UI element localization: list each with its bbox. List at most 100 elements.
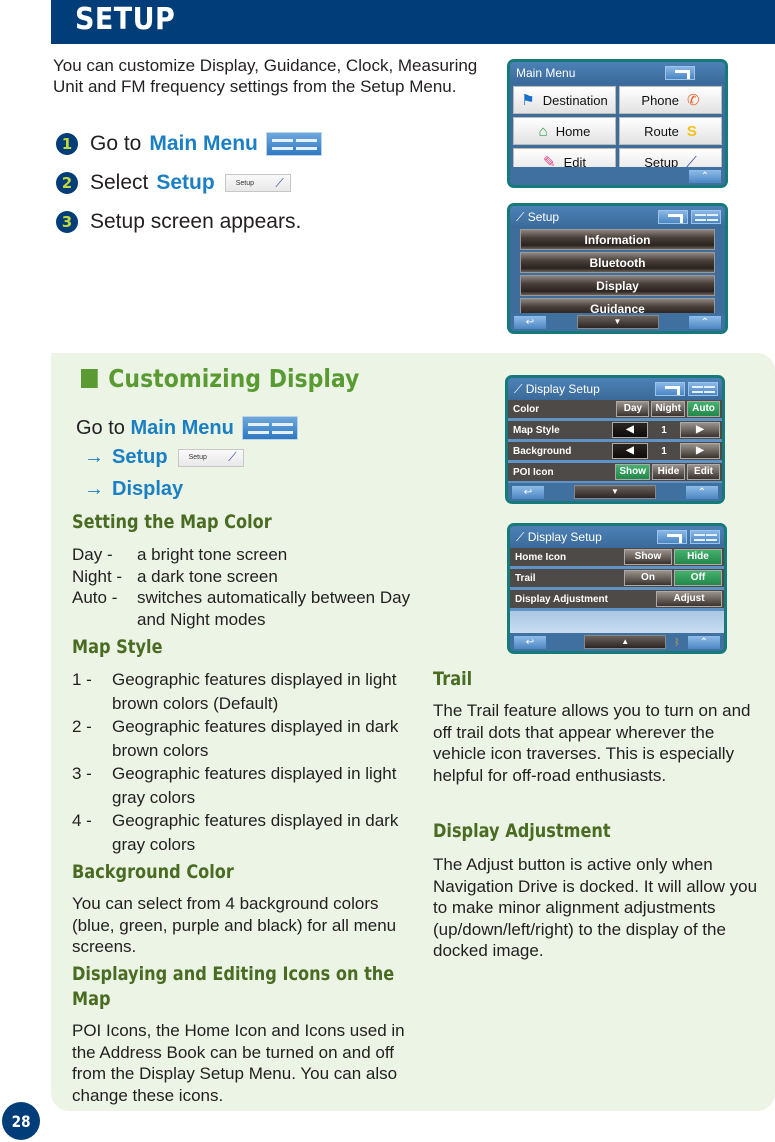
back-button[interactable]: ↩ — [512, 485, 544, 499]
icons-on-map-text: POI Icons, the Home Icon and Icons used … — [72, 1021, 405, 1105]
heading-background-color: Background Color — [72, 861, 234, 883]
map-button[interactable]: ⌃ — [687, 635, 720, 649]
setup-list: Information Bluetooth Display Guidance — [510, 228, 725, 320]
row-trail: Trail On Off — [510, 569, 724, 590]
row-color: Color Day Night Auto — [508, 400, 722, 421]
screen-title: Main Menu — [516, 66, 576, 80]
screen-footer: ↩ ▼ ⌃ — [508, 483, 722, 501]
map-button[interactable]: ⌃ — [686, 485, 718, 499]
down-triangle-icon: ▼ — [613, 317, 622, 326]
main-menu-button[interactable] — [691, 210, 721, 224]
trail-on-button[interactable]: On — [624, 570, 672, 586]
home-icon-hide-button[interactable]: Hide — [674, 549, 722, 565]
page-header: SETUP — [51, 0, 775, 44]
trail-text: The Trail feature allows you to turn on … — [433, 701, 751, 785]
window-button[interactable] — [665, 66, 695, 80]
nav-path-setup: → Setup Setup ⟋ — [84, 446, 244, 469]
home-icon-show-button[interactable]: Show — [624, 549, 672, 565]
poi-hide-button[interactable]: Hide — [652, 464, 685, 480]
nav-path-display: → Display — [84, 478, 183, 501]
background-prev-button[interactable]: ◀ — [612, 443, 648, 459]
map-style-prev-button[interactable]: ◀ — [612, 422, 648, 438]
step-number: 3 — [56, 211, 78, 233]
setup-item-display[interactable]: Display — [520, 275, 715, 296]
down-triangle-icon: ▼ — [611, 487, 619, 496]
section-title-text: Customizing Display — [108, 364, 360, 393]
item-number: 1 - — [72, 670, 92, 689]
map-color-list: Day - a bright tone screen Night - a dark … — [72, 544, 422, 630]
description: Geographic features displayed in light b… — [112, 670, 397, 713]
menu-item-home[interactable]: ⌂ Home — [513, 117, 616, 145]
description: switches automatically between Day and N… — [137, 588, 411, 629]
display-setup-screen-2: ⟋ Display Setup Home Icon Show Hide Trai… — [507, 523, 727, 654]
screen-title: Display Setup — [527, 529, 602, 544]
step-highlight: Setup — [156, 171, 215, 194]
adjust-button[interactable]: Adjust — [656, 591, 722, 607]
item-number: 3 - — [72, 764, 92, 783]
description: Geographic features displayed in light g… — [112, 764, 397, 807]
background-value: 1 — [661, 445, 667, 457]
scroll-up-button[interactable]: ▲ — [584, 635, 667, 649]
step-2: 2 Select Setup Setup ⟋ — [56, 170, 291, 196]
arrow-right-icon: → — [84, 446, 104, 468]
page-number-text: 28 — [11, 1111, 31, 1131]
screen-footer: ↩ ▼ ⌃ — [510, 313, 725, 331]
screen-title: Display Setup — [525, 381, 600, 396]
wrench-icon: ⟋ — [228, 450, 237, 464]
map-style-value: 1 — [661, 424, 667, 436]
list-item: Day - a bright tone screen — [72, 544, 422, 566]
trail-off-button[interactable]: Off — [674, 570, 722, 586]
setup-item-bluetooth[interactable]: Bluetooth — [520, 252, 715, 273]
window-button[interactable] — [658, 210, 688, 224]
row-label: Trail — [515, 572, 536, 584]
map-button[interactable]: ⌃ — [689, 169, 721, 183]
poi-edit-button[interactable]: Edit — [687, 464, 720, 480]
list-item: 2 - Geographic features displayed in dark… — [72, 715, 412, 762]
background-next-button[interactable]: ▶ — [680, 443, 720, 459]
main-menu-button[interactable] — [690, 530, 720, 544]
back-arrow-icon: ↩ — [525, 316, 535, 328]
setup-item-information[interactable]: Information — [520, 229, 715, 250]
color-auto-button[interactable]: Auto — [687, 401, 720, 417]
main-menu-grid: ⚑ Destination Phone ✆ ⌂ Home Route S ✎ Edit S… — [510, 84, 725, 178]
menu-item-route[interactable]: Route S — [619, 117, 722, 145]
wrench-icon: ⟋ — [516, 209, 528, 224]
item-number: 4 - — [72, 811, 92, 830]
scroll-down-button[interactable]: ▼ — [576, 315, 659, 329]
window-button[interactable] — [657, 530, 687, 544]
main-menu-screen: Main Menu ⚑ Destination Phone ✆ ⌂ Home Rout… — [507, 59, 728, 188]
step-text: Go to — [90, 132, 142, 155]
scroll-down-button[interactable]: ▼ — [574, 485, 656, 499]
main-menu-icon — [265, 132, 322, 156]
map-style-list: 1 - Geographic features displayed in ligh… — [72, 668, 412, 856]
menu-item-phone[interactable]: Phone ✆ — [619, 86, 722, 114]
back-button[interactable]: ↩ — [514, 635, 546, 649]
bluetooth-icon: ᛒ — [674, 637, 680, 647]
left-triangle-icon: ◀ — [626, 424, 634, 435]
menu-item-destination[interactable]: ⚑ Destination — [513, 86, 616, 114]
color-day-button[interactable]: Day — [616, 401, 650, 417]
window-button[interactable] — [655, 382, 685, 396]
menu-item-label: Route — [644, 123, 679, 139]
up-circle-icon: ⌃ — [700, 316, 710, 328]
row-display-adjustment: Display Adjustment Adjust — [510, 590, 724, 611]
step-number: 1 — [56, 133, 78, 155]
main-menu-button[interactable] — [688, 382, 718, 396]
map-button[interactable]: ⌃ — [689, 315, 721, 329]
color-night-button[interactable]: Night — [651, 401, 685, 417]
main-menu-icon — [241, 416, 298, 440]
heading-map-style: Map Style — [72, 636, 163, 658]
section-title: Customizing Display — [81, 364, 359, 393]
poi-show-button[interactable]: Show — [615, 464, 650, 480]
wrench-icon: ⟋ — [514, 381, 526, 396]
map-style-next-button[interactable]: ▶ — [680, 422, 720, 438]
back-button[interactable]: ↩ — [514, 315, 546, 329]
back-arrow-icon: ↩ — [523, 486, 533, 498]
left-triangle-icon: ◀ — [626, 445, 634, 456]
step-number: 2 — [56, 172, 78, 194]
screen-title-bar: ⟋ Display Setup — [508, 378, 722, 400]
nav-display: Display — [112, 478, 184, 500]
screen-title-bar: ⟋ Display Setup — [510, 526, 724, 548]
phone-icon: ✆ — [687, 92, 700, 109]
page-number: 28 — [2, 1102, 40, 1140]
